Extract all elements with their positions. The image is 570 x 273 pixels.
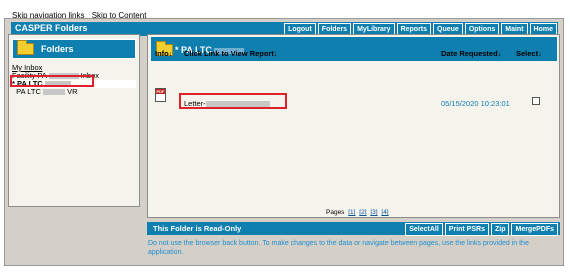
print-psrs-button[interactable]: Print PSRs [444, 223, 489, 236]
folder-item-label-suffix: VR [67, 87, 78, 96]
zip-button[interactable]: Zip [490, 223, 510, 236]
highlight-box-folder [10, 75, 94, 87]
folders-panel-title: Folders [41, 44, 74, 54]
page-4-link[interactable]: [4] [381, 209, 388, 216]
page-1-link[interactable]: [1] [348, 209, 355, 216]
pagination: Pages [1] [2] [3] [4] [326, 209, 389, 216]
highlight-box-report [179, 93, 287, 109]
merge-pdfs-button[interactable]: MergePDFs [511, 223, 558, 236]
page-3-link[interactable]: [3] [370, 209, 377, 216]
page-2-link[interactable]: [2] [359, 209, 366, 216]
footer-bar: This Folder is Read-Only SelectAll Print… [147, 222, 560, 236]
select-checkbox[interactable] [532, 97, 540, 105]
folder-item-pa-ltc-vr[interactable]: PA LTC VR [12, 88, 136, 96]
col-date-header[interactable]: Date Requested↓ [441, 49, 501, 58]
folders-panel: Folders My Inbox Facility PA Inbox * PA … [8, 34, 140, 207]
footer-actions: SelectAll Print PSRs Zip MergePDFs [403, 223, 558, 236]
redacted-text [43, 89, 65, 96]
col-select-header[interactable]: Select↓ [516, 49, 542, 58]
date-requested: 05/15/2020 10:23:01 [441, 99, 510, 108]
pages-label: Pages [326, 209, 345, 216]
folder-item-label: PA LTC [16, 87, 41, 96]
pdf-icon[interactable]: PDF [155, 88, 166, 102]
read-only-status: This Folder is Read-Only [153, 224, 242, 233]
folder-icon [17, 40, 34, 55]
col-info-header[interactable]: Info↓ [155, 49, 173, 58]
browser-back-note: Do not use the browser back button. To m… [148, 240, 529, 256]
app-title: CASPER Folders [15, 23, 88, 33]
select-all-button[interactable]: SelectAll [405, 223, 443, 236]
col-link-header[interactable]: Click Link to View Report↓ [184, 49, 278, 58]
folder-content-panel: * PA LTC [147, 34, 560, 218]
folders-panel-header: Folders [12, 39, 136, 59]
